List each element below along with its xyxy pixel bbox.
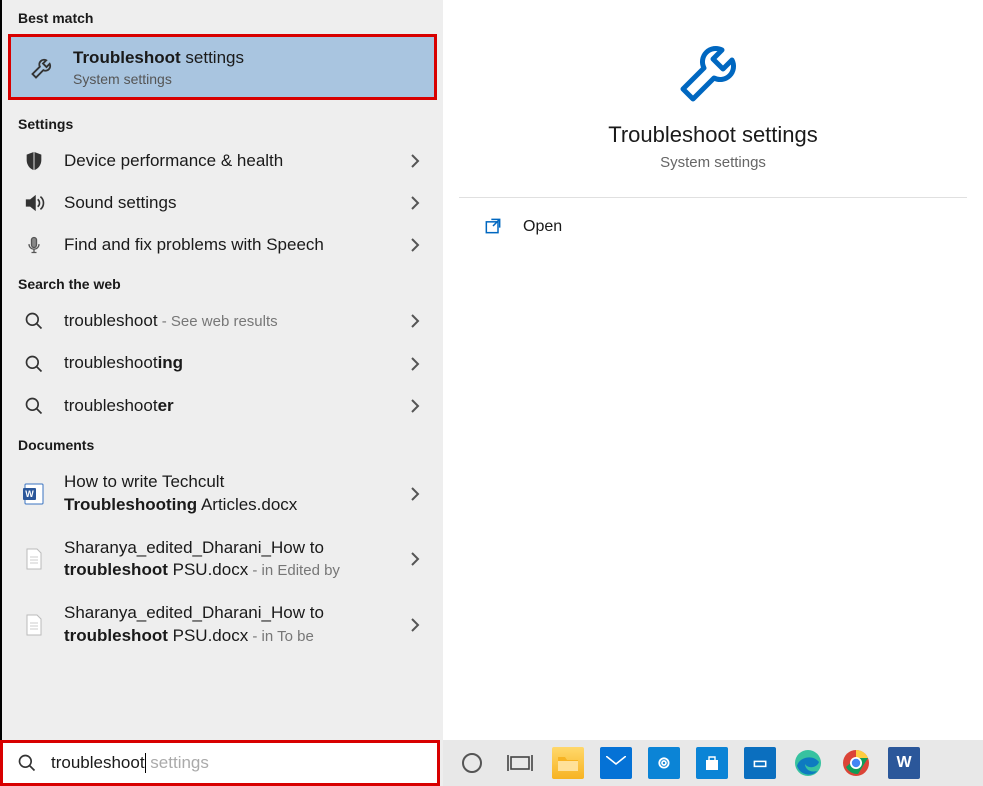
wrench-icon-large [672,28,754,110]
settings-item-label: Find and fix problems with Speech [64,234,403,256]
chevron-right-icon [403,196,427,210]
chevron-right-icon [403,552,427,566]
chevron-right-icon [403,357,427,371]
settings-result-speech[interactable]: Find and fix problems with Speech [2,224,443,266]
web-item-label: troubleshooter [64,395,403,417]
cortana-icon[interactable] [453,744,491,782]
web-item-label: troubleshoot - See web results [64,310,403,332]
best-match-title: Troubleshoot settings [73,47,418,69]
section-header-settings: Settings [2,106,443,140]
mail-icon[interactable] [597,744,635,782]
wrench-icon [27,51,59,83]
settings-result-device-health[interactable]: Device performance & health [2,140,443,182]
chevron-right-icon [403,399,427,413]
preview-title: Troubleshoot settings [608,122,818,148]
document-result-3[interactable]: Sharanya_edited_Dharani_How to troublesh… [2,592,443,658]
svg-text:W: W [25,489,34,499]
web-result-1[interactable]: troubleshoot - See web results [2,300,443,342]
search-icon [18,311,50,331]
chevron-right-icon [403,314,427,328]
preview-subtitle: System settings [660,154,766,171]
preview-pane: Troubleshoot settings System settings Op… [443,0,983,740]
document-item-label: Sharanya_edited_Dharani_How to troublesh… [64,537,403,583]
open-icon [483,216,505,238]
chevron-right-icon [403,154,427,168]
section-header-best-match: Best match [2,0,443,34]
open-label: Open [523,218,562,236]
settings-result-sound[interactable]: Sound settings [2,182,443,224]
web-result-3[interactable]: troubleshooter [2,385,443,427]
chrome-icon[interactable] [837,744,875,782]
chevron-right-icon [403,618,427,632]
file-icon [18,547,50,571]
chevron-right-icon [403,487,427,501]
sound-icon [18,192,50,214]
settings-item-label: Sound settings [64,192,403,214]
web-item-label: troubleshooting [64,352,403,374]
settings-item-label: Device performance & health [64,150,403,172]
web-result-2[interactable]: troubleshooting [2,342,443,384]
best-match-subtitle: System settings [73,71,418,87]
search-icon [17,753,39,773]
word-doc-icon: W [18,482,50,506]
chevron-right-icon [403,238,427,252]
section-header-documents: Documents [2,427,443,461]
best-match-result[interactable]: Troubleshoot settings System settings [8,34,437,100]
dell-icon[interactable]: ⊚ [645,744,683,782]
task-view-icon[interactable] [501,744,539,782]
word-icon[interactable]: W [885,744,923,782]
results-pane: Best match Troubleshoot settings System … [0,0,443,740]
file-icon [18,613,50,637]
search-icon [18,354,50,374]
search-input[interactable]: troubleshoot settings [0,740,440,786]
document-item-label: Sharanya_edited_Dharani_How to troublesh… [64,602,403,648]
dell-app-icon[interactable]: ▭ [741,744,779,782]
shield-icon [18,150,50,172]
open-button[interactable]: Open [443,198,983,256]
search-text: troubleshoot settings [51,753,209,774]
document-item-label: How to write Techcult Troubleshooting Ar… [64,471,403,517]
document-result-1[interactable]: W How to write Techcult Troubleshooting … [2,461,443,527]
mic-icon [18,234,50,256]
taskbar: ⊚ ▭ W [443,740,983,786]
document-result-2[interactable]: Sharanya_edited_Dharani_How to troublesh… [2,527,443,593]
section-header-web: Search the web [2,266,443,300]
store-icon[interactable] [693,744,731,782]
search-icon [18,396,50,416]
edge-icon[interactable] [789,744,827,782]
file-explorer-icon[interactable] [549,744,587,782]
